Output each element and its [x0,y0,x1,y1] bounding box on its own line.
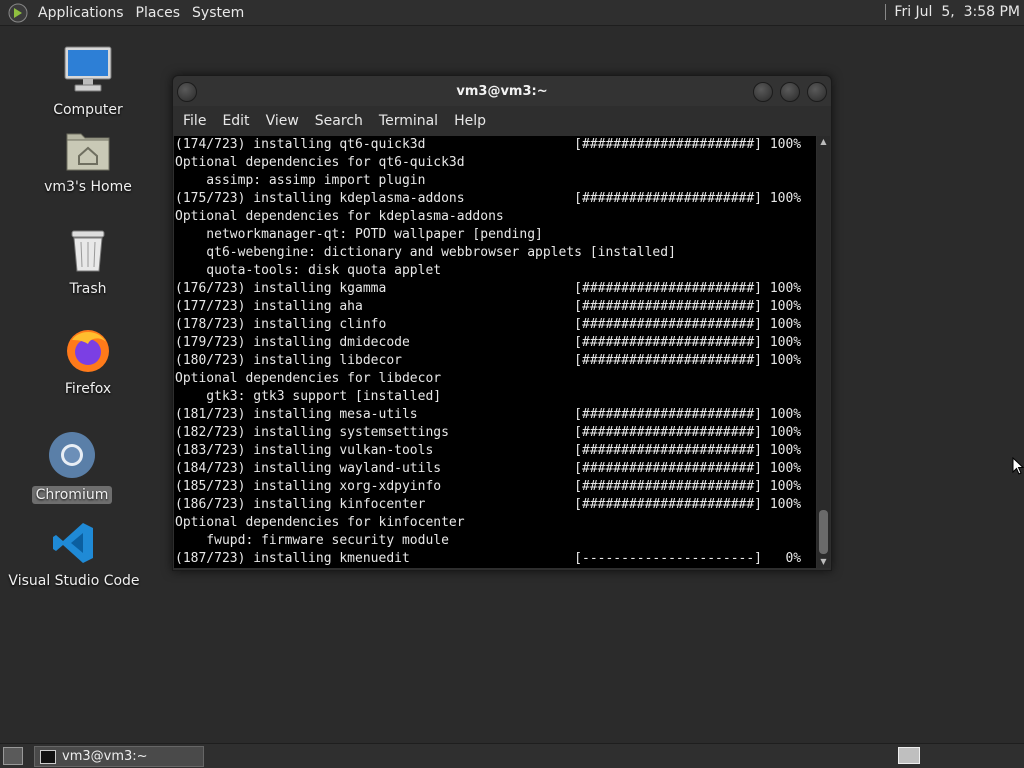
scroll-up-arrow-icon[interactable]: ▲ [817,136,830,148]
bottom-panel: vm3@vm3:~ [0,743,1024,768]
terminal-line: (183/723) installing vulkan-tools [#####… [175,443,802,458]
terminal-line: (174/723) installing qt6-quick3d [######… [175,137,802,152]
clock[interactable]: Fri Jul 5, 3:58 PM [885,4,1020,20]
computer-icon [64,46,112,92]
terminal-line: qt6-webengine: dictionary and webbrowser… [175,245,676,260]
desktop-icon-label: Trash [69,281,107,297]
terminal-menubar: File Edit View Search Terminal Help [173,106,831,136]
menu-file[interactable]: File [175,113,214,129]
desktop-icon-label: vm3's Home [44,179,132,195]
terminal-line: (179/723) installing dmidecode [########… [175,335,802,350]
taskbar-window-button[interactable]: vm3@vm3:~ [34,746,204,767]
show-desktop-icon[interactable] [3,747,23,765]
window-menu-button[interactable] [177,82,197,102]
desktop-icon-firefox[interactable]: Firefox [18,326,158,398]
desktop-icon-label: Firefox [64,381,112,397]
menu-search[interactable]: Search [307,113,371,129]
terminal-output[interactable]: (174/723) installing qt6-quick3d [######… [174,136,816,568]
terminal-line: (178/723) installing clinfo [###########… [175,317,802,332]
firefox-icon [67,330,109,372]
menu-edit[interactable]: Edit [214,113,257,129]
desktop-icon-label: Chromium [31,486,113,504]
desktop-icon-computer[interactable]: Computer [18,45,158,119]
workspace-switcher[interactable] [898,747,920,764]
distro-logo-icon[interactable] [8,3,28,23]
minimize-button[interactable] [753,82,773,102]
taskbar-window-label: vm3@vm3:~ [62,749,148,764]
terminal-line: (184/723) installing wayland-utils [####… [175,461,802,476]
vscode-icon [53,523,93,563]
trash-icon [71,230,105,272]
terminal-line: (182/723) installing systemsettings [###… [175,425,802,440]
terminal-line: Optional dependencies for qt6-quick3d [175,155,465,170]
window-titlebar[interactable]: vm3@vm3:~ [173,76,831,106]
scroll-down-arrow-icon[interactable]: ▼ [817,556,830,568]
terminal-line: Optional dependencies for kinfocenter [175,515,465,530]
desktop-icon-home[interactable]: vm3's Home [18,128,158,196]
desktop-icon-label: Computer [53,102,123,118]
desktop-icon-chromium[interactable]: Chromium [2,430,142,504]
panel-separator [885,4,887,20]
terminal-line: (180/723) installing libdecor [#########… [175,353,802,368]
desktop-icon-label: Visual Studio Code [8,573,140,589]
terminal-scrollbar[interactable]: ▲ ▼ [817,136,830,568]
terminal-line: (185/723) installing xorg-xdpyinfo [####… [175,479,802,494]
terminal-icon [40,749,56,764]
terminal-line: (175/723) installing kdeplasma-addons [#… [175,191,802,206]
terminal-line: quota-tools: disk quota applet [175,263,442,278]
menu-help[interactable]: Help [446,113,494,129]
terminal-line: assimp: assimp import plugin [175,173,426,188]
terminal-line: (186/723) installing kinfocenter [######… [175,497,802,512]
mouse-pointer-icon [1012,457,1024,475]
window-title: vm3@vm3:~ [456,83,548,99]
menu-view[interactable]: View [258,113,307,129]
places-menu[interactable]: Places [130,5,187,21]
applications-menu[interactable]: Applications [32,5,130,21]
chromium-icon [49,432,95,478]
terminal-line: Optional dependencies for kdeplasma-addo… [175,209,504,224]
desktop-icon-trash[interactable]: Trash [18,228,158,298]
terminal-line: (187/723) installing kmenuedit [--------… [175,551,802,566]
close-button[interactable] [807,82,827,102]
maximize-button[interactable] [780,82,800,102]
terminal-line: fwupd: firmware security module [175,533,449,548]
terminal-line: (177/723) installing aha [##############… [175,299,802,314]
terminal-window[interactable]: vm3@vm3:~ File Edit View Search Terminal… [172,75,832,571]
scrollbar-thumb[interactable] [819,510,828,554]
system-menu[interactable]: System [186,5,250,21]
terminal-line: networkmanager-qt: POTD wallpaper [pendi… [175,227,543,242]
terminal-line: (176/723) installing kgamma [###########… [175,281,802,296]
clock-text: Fri Jul 5, 3:58 PM [894,4,1020,20]
terminal-line: gtk3: gtk3 support [installed] [175,389,442,404]
menu-terminal[interactable]: Terminal [371,113,446,129]
desktop-icon-vscode[interactable]: Visual Studio Code [4,520,144,590]
terminal-line: (181/723) installing mesa-utils [#######… [175,407,802,422]
top-panel: Applications Places System Fri Jul 5, 3:… [0,0,1024,26]
home-folder-icon [66,133,110,171]
terminal-line: Optional dependencies for libdecor [175,371,442,386]
